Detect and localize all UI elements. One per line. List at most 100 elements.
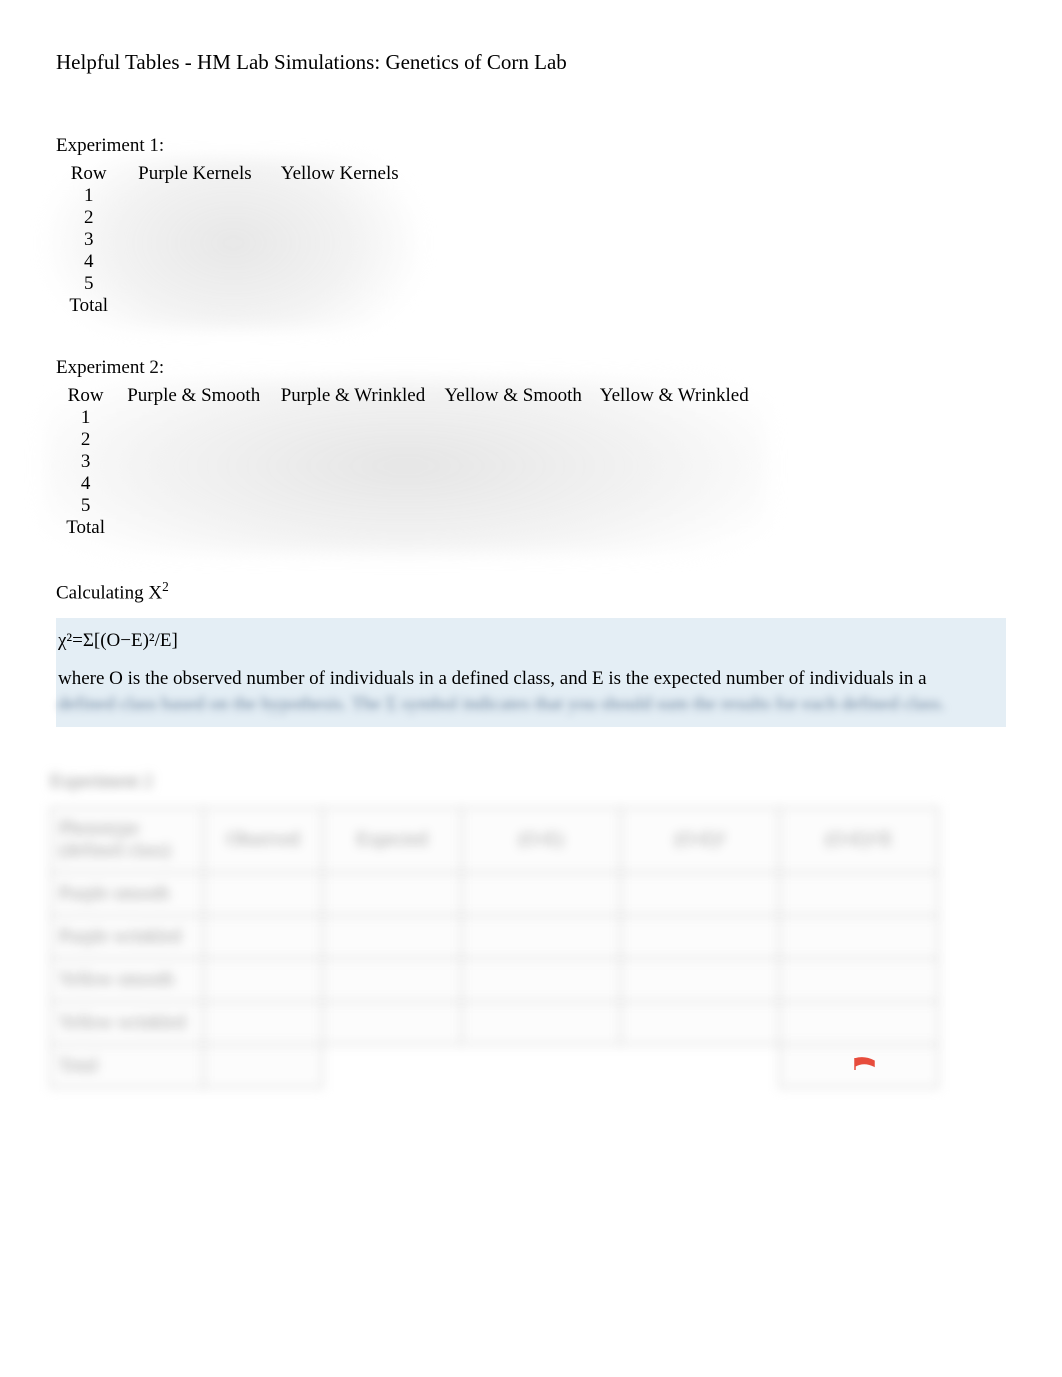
exp2-cell [434, 495, 593, 517]
chi-cell [462, 1002, 621, 1045]
exp1-cell [268, 273, 411, 295]
chi-cell [621, 873, 780, 916]
exp2-cell [593, 429, 756, 451]
exp2-cell [115, 517, 272, 539]
exp1-header-purple: Purple Kernels [121, 163, 268, 185]
experiment-2-label: Experiment 2: [56, 357, 1006, 379]
chi-cell [323, 1002, 462, 1045]
exp2-row-3: 3 [56, 451, 115, 473]
exp2-cell [272, 495, 434, 517]
chi-cell [204, 916, 323, 959]
exp2-cell [115, 495, 272, 517]
chi-cell [204, 959, 323, 1002]
exp1-cell [268, 251, 411, 273]
exp2-cell [434, 473, 593, 495]
exp2-cell [593, 407, 756, 429]
chi-cell [204, 1045, 323, 1088]
exp2-row-5: 5 [56, 495, 115, 517]
chi-cell [323, 959, 462, 1002]
exp2-cell [115, 429, 272, 451]
exp1-cell [121, 273, 268, 295]
explain-o: O [109, 668, 123, 689]
exp2-cell [272, 451, 434, 473]
chi-cell [462, 1045, 621, 1088]
exp1-row-1: 1 [56, 185, 121, 207]
exp1-cell [121, 185, 268, 207]
chi-cell [323, 873, 462, 916]
exp2-header-row: Row [56, 385, 115, 407]
exp1-row-2: 2 [56, 207, 121, 229]
exp1-row-3: 3 [56, 229, 121, 251]
exp2-cell [115, 407, 272, 429]
exp2-cell [434, 517, 593, 539]
chi-formula: χ²=Σ[(O−E)²/E] [58, 628, 1002, 654]
chi-row-label: Total [51, 1045, 204, 1088]
exp2-header-yellow-wrinkled: Yellow & Wrinkled [593, 385, 756, 407]
exp1-cell [121, 207, 268, 229]
chi-cell [780, 959, 939, 1002]
chi-header-observed: Observed [204, 808, 323, 873]
experiment-1-label: Experiment 1: [56, 135, 1006, 157]
exp2-cell [593, 517, 756, 539]
exp2-cell [434, 407, 593, 429]
exp2-cell [593, 495, 756, 517]
exp1-row-total: Total [56, 295, 121, 317]
chi-cell [780, 1002, 939, 1045]
chi-cell [780, 873, 939, 916]
exp2-row-4: 4 [56, 473, 115, 495]
chi-header-oe2e: (O-E)²/E [780, 808, 939, 873]
explain-e: E [592, 668, 604, 689]
exp2-cell [272, 429, 434, 451]
exp1-cell [121, 251, 268, 273]
exp2-header-yellow-smooth: Yellow & Smooth [434, 385, 593, 407]
explain-mid1: is the observed number of individuals in… [123, 668, 592, 689]
experiment-1-table: Row Purple Kernels Yellow Kernels 1 2 3 … [56, 163, 411, 317]
chi-cell [621, 916, 780, 959]
exp1-header-row: Row [56, 163, 121, 185]
chi-header-oe2: (O-E)² [621, 808, 780, 873]
chi-row-label: Purple smooth [51, 873, 204, 916]
chi-row-label: Yellow smooth [51, 959, 204, 1002]
exp2-cell [434, 429, 593, 451]
explain-mid2: is the expected number of individuals in… [604, 668, 927, 689]
explain-where: where [58, 668, 109, 689]
exp1-cell [268, 229, 411, 251]
exp1-row-4: 4 [56, 251, 121, 273]
page-title: Helpful Tables - HM Lab Simulations: Gen… [56, 50, 1006, 75]
chi-cell [323, 916, 462, 959]
chi-header-oe: (O-E) [462, 808, 621, 873]
chi-cell [462, 959, 621, 1002]
formula-box: χ²=Σ[(O−E)²/E] where O is the observed n… [56, 618, 1006, 727]
experiment-2-table: Row Purple & Smooth Purple & Wrinkled Ye… [56, 385, 756, 539]
chi-square-table-area: Experiment 2 Phenotype (defined class) O… [56, 777, 1006, 1087]
chi-row-label: Yellow wrinkled [51, 1002, 204, 1045]
chi-cell [462, 916, 621, 959]
exp2-row-2: 2 [56, 429, 115, 451]
chi-cell [462, 873, 621, 916]
chi-row-label: Purple wrinkled [51, 916, 204, 959]
exp2-row-1: 1 [56, 407, 115, 429]
exp2-row-total: Total [56, 517, 115, 539]
exp2-header-purple-wrinkled: Purple & Wrinkled [272, 385, 434, 407]
chi-cell [621, 959, 780, 1002]
red-flag-icon [854, 1055, 876, 1069]
exp2-header-purple-smooth: Purple & Smooth [115, 385, 272, 407]
exp2-cell [272, 473, 434, 495]
exp2-cell [593, 473, 756, 495]
chi-cell [621, 1045, 780, 1088]
exp1-cell [268, 185, 411, 207]
calc-label-sup: 2 [162, 579, 169, 594]
chi-cell [323, 1045, 462, 1088]
chi-header-phenotype: Phenotype (defined class) [51, 808, 204, 873]
chi-cell [621, 1002, 780, 1045]
chi-cell [204, 1002, 323, 1045]
explain-blurred-line: defined class based on the hypothesis. T… [58, 694, 945, 715]
exp1-row-5: 5 [56, 273, 121, 295]
chi-header-expected: Expected [323, 808, 462, 873]
exp2-cell [115, 473, 272, 495]
chi-cell [780, 916, 939, 959]
chi-section-label: Experiment 2 [50, 771, 1012, 793]
exp2-cell [272, 517, 434, 539]
exp2-cell [434, 451, 593, 473]
exp2-cell [115, 451, 272, 473]
